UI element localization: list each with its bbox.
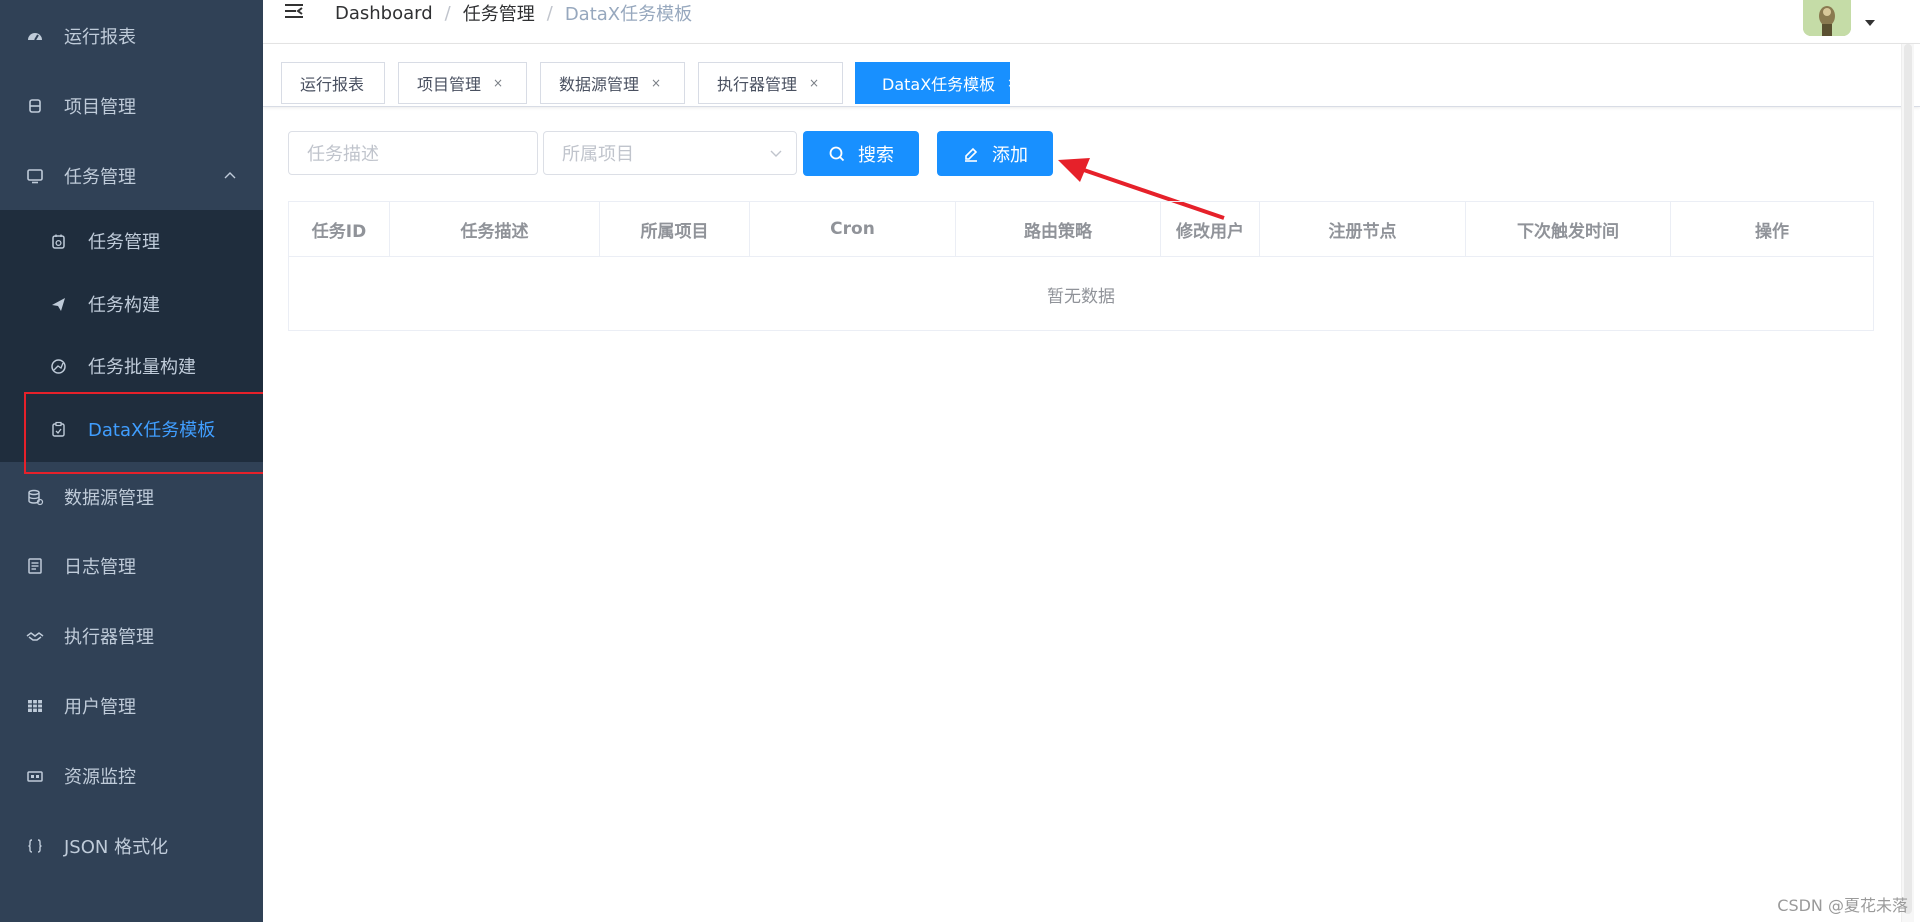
sidebar-item-logs[interactable]: 日志管理 <box>0 531 263 601</box>
globe-icon <box>48 356 68 376</box>
chevron-up-icon <box>224 172 236 179</box>
send-icon <box>48 294 68 314</box>
sidebar-item-label: 用户管理 <box>64 697 136 718</box>
scrollbar-thumb[interactable] <box>1904 44 1912 914</box>
tag-label: 运行报表 <box>300 75 365 94</box>
add-button[interactable]: 添加 <box>937 131 1053 176</box>
edit-icon <box>965 147 978 162</box>
add-button-label: 添加 <box>992 144 1028 166</box>
sidebar: 运行报表 项目管理 任务管理 任务管理 任务构建 任务批量构建 DataX任务模… <box>0 0 263 922</box>
sidebar-item-run-report[interactable]: 运行报表 <box>0 1 263 71</box>
tag-executors[interactable]: 执行器管理 × <box>698 62 843 104</box>
clipboard-icon <box>48 231 68 251</box>
sidebar-item-projects[interactable]: 项目管理 <box>0 71 263 141</box>
column-header: 任务ID <box>289 202 390 256</box>
sidebar-subitem-label: 任务管理 <box>88 232 160 253</box>
tag-label: 项目管理 <box>417 75 482 94</box>
tag-label: 数据源管理 <box>559 75 640 94</box>
monitor-resource-icon <box>24 765 46 787</box>
datasource-icon <box>24 486 46 508</box>
column-header: 下次触发时间 <box>1466 202 1671 256</box>
column-header: 注册节点 <box>1260 202 1466 256</box>
watermark: CSDN @夏花未落 <box>1777 896 1908 915</box>
project-select-placeholder: 所属项目 <box>562 144 634 165</box>
navbar: Dashboard / 任务管理 / DataX任务模板 <box>263 0 1920 44</box>
close-icon[interactable]: × <box>651 76 661 90</box>
avatar[interactable] <box>1803 0 1851 36</box>
sidebar-item-label: JSON 格式化 <box>64 837 169 858</box>
sidebar-item-label: 日志管理 <box>64 557 136 578</box>
executor-icon <box>24 625 46 647</box>
breadcrumb-current: DataX任务模板 <box>564 4 693 25</box>
tag-projects[interactable]: 项目管理 × <box>398 62 527 104</box>
sidebar-item-datasource[interactable]: 数据源管理 <box>0 462 263 532</box>
search-icon <box>829 146 845 161</box>
tag-datax-template[interactable]: DataX任务模板 × <box>855 62 1017 104</box>
breadcrumb: Dashboard / 任务管理 / DataX任务模板 <box>335 0 692 26</box>
sidebar-item-tasks[interactable]: 任务管理 <box>0 141 263 211</box>
column-header: 修改用户 <box>1161 202 1260 256</box>
database-icon <box>24 95 46 117</box>
tag-label: 执行器管理 <box>717 75 798 94</box>
caret-down-icon[interactable] <box>1865 20 1875 26</box>
breadcrumb-separator: / <box>546 2 553 24</box>
sidebar-item-label: 运行报表 <box>64 27 136 48</box>
search-button[interactable]: 搜索 <box>803 131 919 176</box>
table-header: 任务ID 任务描述 所属项目 Cron 路由策略 修改用户 注册节点 下次触发时… <box>289 202 1873 257</box>
sidebar-subitem-label: 任务构建 <box>88 295 160 316</box>
close-icon[interactable]: × <box>493 76 503 90</box>
dashboard-icon <box>24 25 46 47</box>
breadcrumb-task-manage: 任务管理 <box>462 4 535 25</box>
column-header: 路由策略 <box>956 202 1161 256</box>
tag-datasource[interactable]: 数据源管理 × <box>540 62 685 104</box>
sidebar-item-users[interactable]: 用户管理 <box>0 671 263 741</box>
chevron-down-icon <box>770 150 782 157</box>
sidebar-item-label: 任务管理 <box>64 167 136 188</box>
task-desc-placeholder: 任务描述 <box>307 144 379 165</box>
search-button-label: 搜索 <box>858 144 894 166</box>
tag-run-report[interactable]: 运行报表 <box>281 62 385 104</box>
table-icon <box>24 695 46 717</box>
page-scrollbar[interactable] <box>1901 44 1914 922</box>
close-icon[interactable]: × <box>1007 76 1017 90</box>
sidebar-item-json-format[interactable]: JSON 格式化 <box>0 811 263 881</box>
close-icon[interactable]: × <box>809 76 819 90</box>
monitor-icon <box>24 165 46 187</box>
sidebar-item-label: 资源监控 <box>64 767 136 788</box>
breadcrumb-separator: / <box>444 2 451 24</box>
task-desc-input[interactable]: 任务描述 <box>288 131 538 175</box>
column-header: 所属项目 <box>600 202 750 256</box>
project-select[interactable]: 所属项目 <box>543 131 797 175</box>
sidebar-item-label: 执行器管理 <box>64 627 154 648</box>
task-template-table: 任务ID 任务描述 所属项目 Cron 路由策略 修改用户 注册节点 下次触发时… <box>288 201 1874 331</box>
sidebar-subitem-task-build[interactable]: 任务构建 <box>0 273 263 335</box>
sidebar-subitem-label: 任务批量构建 <box>88 357 196 378</box>
column-header: 任务描述 <box>390 202 600 256</box>
tag-label: DataX任务模板 <box>882 75 996 94</box>
sidebar-item-resource-monitor[interactable]: 资源监控 <box>0 741 263 811</box>
tags-view: 运行报表 项目管理 × 数据源管理 × 执行器管理 × DataX任务模板 × <box>263 44 1920 107</box>
log-icon <box>24 555 46 577</box>
table-empty-text: 暂无数据 <box>1047 286 1115 307</box>
sidebar-item-label: 项目管理 <box>64 97 136 118</box>
column-header: Cron <box>750 202 956 256</box>
sidebar-subitem-batch-build[interactable]: 任务批量构建 <box>0 335 263 397</box>
hamburger-menu-icon[interactable] <box>283 2 305 22</box>
braces-icon <box>24 835 46 857</box>
column-header: 操作 <box>1755 221 1789 242</box>
sidebar-item-executors[interactable]: 执行器管理 <box>0 601 263 671</box>
breadcrumb-dashboard[interactable]: Dashboard <box>335 3 433 24</box>
sidebar-item-label: 数据源管理 <box>64 488 154 509</box>
sidebar-subitem-task-manage[interactable]: 任务管理 <box>0 210 263 272</box>
